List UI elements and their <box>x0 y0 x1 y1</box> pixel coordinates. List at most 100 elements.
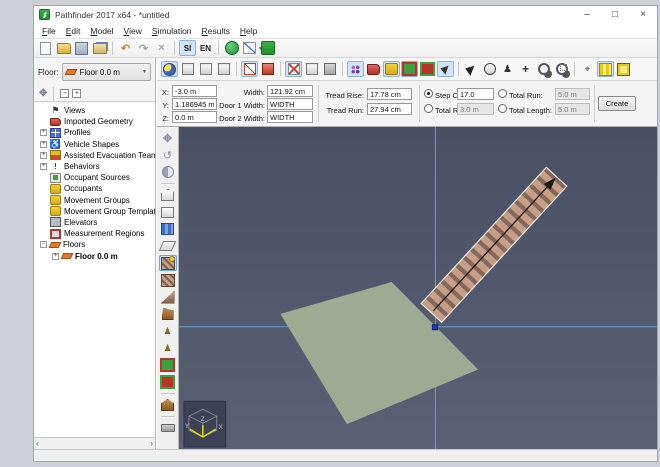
show-results-icon[interactable]: ▼ <box>241 40 258 56</box>
zoom-tool-icon[interactable] <box>535 61 552 77</box>
tree-item-behaviors[interactable]: +!Behaviors <box>34 161 155 172</box>
units-en-icon[interactable]: EN <box>197 40 214 56</box>
grid-settings-icon[interactable] <box>615 61 632 77</box>
draw-stairs-icon[interactable] <box>159 255 177 271</box>
tree-expander-floors[interactable]: − <box>40 241 47 248</box>
show-occupants-icon[interactable] <box>347 61 364 77</box>
snap-to-grid-icon[interactable]: ⌖ <box>579 61 596 77</box>
tree-item-imported-geometry[interactable]: Imported Geometry <box>34 116 155 127</box>
add-measurement-region-icon[interactable] <box>159 357 177 373</box>
pan-tool-icon[interactable]: + <box>517 61 534 77</box>
add-occupant-group-icon[interactable]: ♟ <box>159 340 177 356</box>
scene-view-icon[interactable] <box>161 61 178 77</box>
undo-icon[interactable]: ↶ <box>117 40 134 56</box>
show-obstructions-icon[interactable] <box>321 61 338 77</box>
new-file-icon[interactable] <box>37 40 54 56</box>
add-elevator-icon[interactable] <box>159 397 177 413</box>
tree-item-occupants[interactable]: Occupants <box>34 183 155 194</box>
menu-help[interactable]: Help <box>235 24 262 38</box>
show-grid-icon[interactable] <box>597 61 614 77</box>
save-file-icon[interactable] <box>73 40 90 56</box>
save-as-icon[interactable] <box>91 40 108 56</box>
move-panel-icon[interactable]: ✥ <box>39 89 47 99</box>
copy-view-1-icon[interactable] <box>179 61 196 77</box>
tread-run-field[interactable] <box>367 103 412 115</box>
show-movement-groups-icon[interactable] <box>383 61 400 77</box>
z-field[interactable] <box>172 111 217 123</box>
close-button[interactable]: × <box>629 7 657 23</box>
copy-view-2-icon[interactable] <box>197 61 214 77</box>
tread-rise-field[interactable] <box>367 88 412 100</box>
select-filter-icon[interactable] <box>437 61 454 77</box>
tree-item-occupant-sources[interactable]: Occupant Sources <box>34 172 155 183</box>
redo-icon[interactable]: ↷ <box>135 40 152 56</box>
menu-simulation[interactable]: Simulation <box>147 24 197 38</box>
draw-door-icon[interactable] <box>159 306 177 322</box>
show-doors-icon[interactable] <box>285 61 302 77</box>
copy-view-3-icon[interactable] <box>215 61 232 77</box>
menu-results[interactable]: Results <box>197 24 235 38</box>
tree-item-vehicle-shapes[interactable]: +♿Vehicle Shapes <box>34 139 155 150</box>
tree-expander-floor-0-0-m[interactable]: + <box>52 253 59 260</box>
rotate-object-icon[interactable]: ↺ <box>159 147 177 163</box>
tree-expander-vehicle-shapes[interactable]: + <box>40 141 47 148</box>
show-imported-geometry-icon[interactable] <box>365 61 382 77</box>
move-object-icon[interactable]: ✥ <box>159 130 177 146</box>
tree-expander-profiles[interactable]: + <box>40 129 47 136</box>
solid-mode-icon[interactable] <box>259 61 276 77</box>
draw-obstruction-icon[interactable] <box>159 238 177 254</box>
show-rooms-icon[interactable] <box>303 61 320 77</box>
zoom-box-tool-icon[interactable] <box>553 61 570 77</box>
create-button[interactable]: Create <box>598 96 636 111</box>
tree-item-floors[interactable]: −Floors <box>34 239 155 250</box>
total-run-field[interactable] <box>555 88 590 100</box>
units-si-icon[interactable]: SI <box>179 40 196 56</box>
draw-two-point-stairs-icon[interactable] <box>159 272 177 288</box>
door2-width-field[interactable] <box>267 111 313 123</box>
tree-item-profiles[interactable]: +Profiles <box>34 127 155 138</box>
axis-gizmo[interactable]: Z Y X <box>184 401 226 447</box>
delete-icon[interactable]: × <box>153 40 170 56</box>
scroll-left-icon[interactable]: ‹ <box>36 439 39 449</box>
mirror-object-icon[interactable] <box>159 164 177 180</box>
background-image-icon[interactable] <box>159 221 177 237</box>
menu-model[interactable]: Model <box>85 24 118 38</box>
floor-selector-dropdown[interactable]: Floor 0.0 m ▼ <box>62 63 151 81</box>
step-count-field[interactable] <box>457 88 494 100</box>
step-count-radio[interactable] <box>424 89 433 98</box>
minimize-button[interactable]: – <box>573 7 601 23</box>
menu-file[interactable]: File <box>37 24 61 38</box>
collapse-all-button[interactable]: − <box>60 89 69 98</box>
3d-viewport[interactable]: Z Y X <box>179 127 657 449</box>
x-field[interactable] <box>172 85 217 97</box>
select-tool-icon[interactable] <box>463 61 480 77</box>
pathfinder-logo-icon[interactable] <box>259 40 276 56</box>
draw-ramp-icon[interactable] <box>159 289 177 305</box>
door1-width-field[interactable] <box>267 98 313 110</box>
tree-item-measurement-regions[interactable]: Measurement Regions <box>34 228 155 239</box>
width-field[interactable] <box>267 85 313 97</box>
total-length-field[interactable] <box>555 103 590 115</box>
add-occupant-source-icon[interactable] <box>159 374 177 390</box>
maximize-button[interactable]: □ <box>601 7 629 23</box>
show-occupant-sources-icon[interactable] <box>401 61 418 77</box>
tree-expander-behaviors[interactable]: + <box>40 163 47 170</box>
tree-item-movement-groups[interactable]: Movement Groups <box>34 195 155 206</box>
expand-all-button[interactable]: + <box>72 89 81 98</box>
y-field[interactable] <box>172 98 217 110</box>
walk-tool-icon[interactable]: ♟ <box>499 61 516 77</box>
tree-item-views[interactable]: ⚑Views <box>34 105 155 116</box>
add-camera-icon[interactable] <box>159 420 177 436</box>
add-occupant-icon[interactable]: ♟ <box>159 323 177 339</box>
menu-view[interactable]: View <box>119 24 147 38</box>
tree-item-assisted-evacuation-teams[interactable]: +Assisted Evacuation Teams <box>34 150 155 161</box>
total-rise-field[interactable] <box>457 103 494 115</box>
total-length-radio[interactable] <box>498 104 507 113</box>
show-measurement-regions-icon[interactable] <box>419 61 436 77</box>
tree-horizontal-scrollbar[interactable]: ‹ › <box>34 437 155 449</box>
total-rise-radio[interactable] <box>424 104 433 113</box>
tree-expander-assisted-evacuation-teams[interactable]: + <box>40 152 47 159</box>
run-simulation-icon[interactable] <box>223 40 240 56</box>
draw-polygon-room-icon[interactable] <box>159 187 177 203</box>
open-file-icon[interactable] <box>55 40 72 56</box>
